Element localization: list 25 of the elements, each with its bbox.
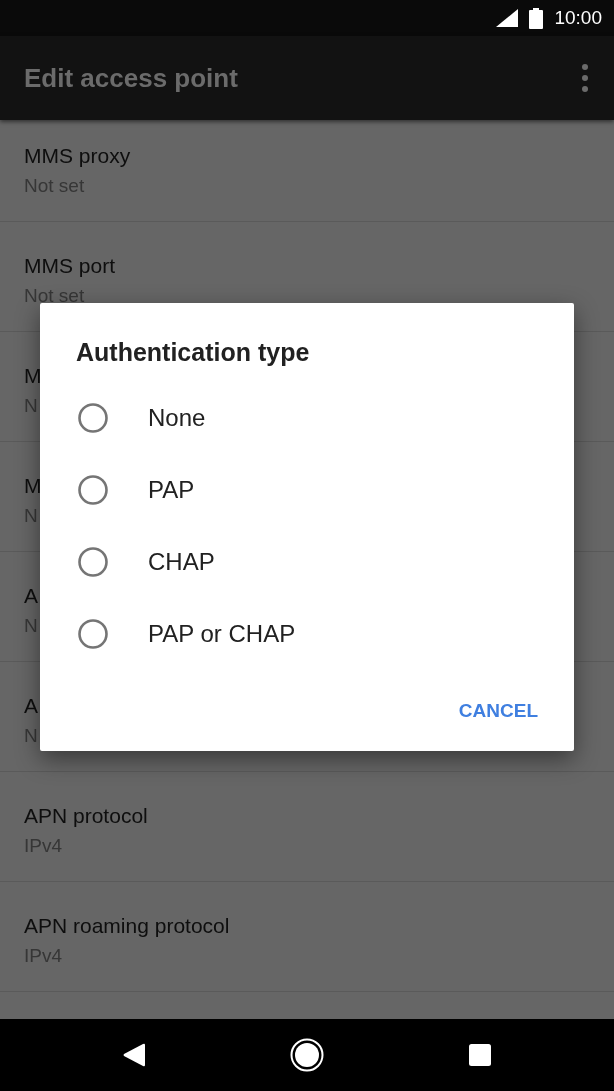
radio-option[interactable]: PAP xyxy=(40,454,574,526)
setting-title: MMS port xyxy=(24,253,115,279)
battery-icon xyxy=(529,7,544,29)
status-time: 10:00 xyxy=(554,6,602,30)
signal-icon xyxy=(496,9,519,27)
radio-option[interactable]: None xyxy=(40,382,574,454)
app-bar-title: Edit access point xyxy=(24,62,238,94)
setting-title: A xyxy=(24,693,38,719)
radio-icon[interactable] xyxy=(78,403,108,433)
radio-icon[interactable] xyxy=(78,619,108,649)
home-icon[interactable] xyxy=(290,1038,324,1072)
setting-title: A xyxy=(24,583,38,609)
radio-option[interactable]: CHAP xyxy=(40,526,574,598)
setting-title: MMS proxy xyxy=(24,143,131,169)
radio-icon[interactable] xyxy=(78,475,108,505)
more-options-icon[interactable] xyxy=(582,64,588,92)
setting-title: M xyxy=(24,363,42,389)
radio-option[interactable]: PAP or CHAP xyxy=(40,598,574,670)
back-icon[interactable] xyxy=(123,1043,145,1067)
setting-title: M xyxy=(24,473,42,499)
dialog-title: Authentication type xyxy=(76,337,310,368)
setting-title: APN roaming protocol xyxy=(24,913,230,939)
radio-icon[interactable] xyxy=(78,547,108,577)
cancel-button[interactable]: CANCEL xyxy=(450,691,546,731)
setting-title: APN protocol xyxy=(24,803,148,829)
